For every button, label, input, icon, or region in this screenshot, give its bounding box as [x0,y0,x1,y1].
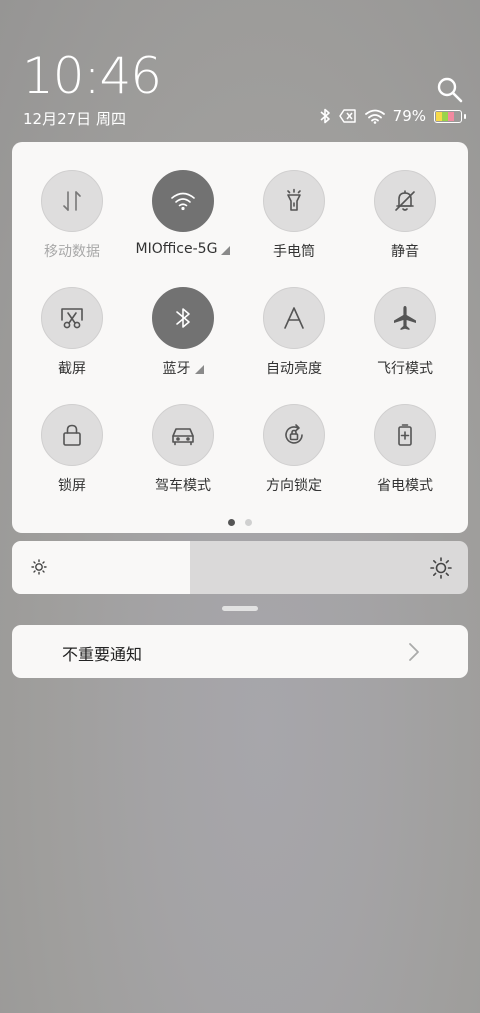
tile-bluetooth-label: 蓝牙 [163,358,204,378]
letter-a-icon [281,305,307,331]
tile-label-text: 截屏 [58,361,86,377]
chevron-right-icon [409,643,419,661]
tile-lock-screen[interactable]: 锁屏 [17,404,127,514]
tile-label-text: 自动亮度 [266,361,322,377]
airplane-icon [391,304,419,332]
search-icon [437,77,463,103]
tile-label-text: 蓝牙 [162,361,191,377]
battery-cap [464,113,466,119]
tile-battery-saver-button[interactable] [374,404,436,466]
date: 12月27日 周四 [23,110,126,128]
tile-mute-label: 静音 [391,241,419,261]
tile-bluetooth-button[interactable] [152,287,214,349]
tile-rotation-lock[interactable]: 方向锁定 [239,404,349,514]
tile-flashlight-label: 手电筒 [273,241,315,261]
tile-screenshot-button[interactable] [41,287,103,349]
tile-driving-mode[interactable]: 驾车模式 [128,404,238,514]
tile-label-text: MIOffice-5G [135,241,218,257]
battery-percent: 79% [392,107,426,125]
tile-battery-saver[interactable]: 省电模式 [350,404,460,514]
flashlight-icon [281,188,307,214]
unimportant-notifications-label: 不重要通知 [62,645,143,664]
wifi-icon [169,189,197,213]
submenu-indicator-icon[interactable] [221,246,231,255]
submenu-indicator-icon[interactable] [194,365,204,374]
tile-airplane[interactable]: 飞行模式 [350,287,460,397]
wifi-icon [364,109,385,124]
brightness-high-icon [430,557,452,579]
bluetooth-icon [320,108,330,124]
tile-label-text: 移动数据 [44,244,100,260]
quick-settings-panel: 移动数据 MIOffice-5G 手电筒 静音截屏 蓝牙 自动亮度 飞行模式锁屏 驾车模式 方向… [12,142,468,533]
car-icon [169,422,197,448]
tile-driving-mode-button[interactable] [152,404,214,466]
battery-plus-icon [392,422,418,448]
tile-mobile-data[interactable]: 移动数据 [17,170,127,280]
tile-wifi[interactable]: MIOffice-5G [128,170,238,280]
status-icons: 79% [319,107,466,125]
tile-label-text: 静音 [391,244,419,260]
tile-lock-screen-button[interactable] [41,404,103,466]
page-indicator [12,519,468,526]
clock: 10:46 [22,47,162,105]
tile-label-text: 锁屏 [58,478,86,494]
page-dot[interactable] [228,519,235,526]
no-sim-icon [338,109,356,123]
tile-label-text: 省电模式 [377,478,433,494]
search-button[interactable] [436,76,464,104]
tile-mute[interactable]: 静音 [350,170,460,280]
tile-label-text: 手电筒 [273,244,315,260]
bell-off-icon [392,188,418,214]
scissors-icon [59,305,85,331]
bluetooth-icon [173,305,193,331]
tile-screenshot-label: 截屏 [58,358,86,378]
tile-mobile-data-label: 移动数据 [44,241,100,261]
panel-drag-handle[interactable] [222,606,258,611]
tile-flashlight-button[interactable] [263,170,325,232]
tile-screenshot[interactable]: 截屏 [17,287,127,397]
brightness-slider[interactable] [12,541,468,594]
brightness-low-icon [31,559,47,575]
battery-icon [434,109,462,123]
tile-mute-button[interactable] [374,170,436,232]
rotation-lock-icon [281,422,307,448]
tile-label-text: 飞行模式 [377,361,433,377]
tile-flashlight[interactable]: 手电筒 [239,170,349,280]
page-dot[interactable] [245,519,252,526]
tile-rotation-lock-button[interactable] [263,404,325,466]
tile-battery-saver-label: 省电模式 [377,475,433,495]
tile-auto-brightness-button[interactable] [263,287,325,349]
tile-label-text: 方向锁定 [266,478,322,494]
tile-driving-mode-label: 驾车模式 [155,475,211,495]
tile-lock-screen-label: 锁屏 [58,475,86,495]
lock-icon [59,422,85,448]
tile-airplane-button[interactable] [374,287,436,349]
tile-label-text: 驾车模式 [155,478,211,494]
tile-wifi-button[interactable] [152,170,214,232]
tile-airplane-label: 飞行模式 [377,358,433,378]
tile-mobile-data-button[interactable] [41,170,103,232]
tile-rotation-lock-label: 方向锁定 [266,475,322,495]
data-arrows-icon [59,188,85,214]
unimportant-notifications-card[interactable]: 不重要通知 [12,625,468,678]
tile-bluetooth[interactable]: 蓝牙 [128,287,238,397]
tile-wifi-label: MIOffice-5G [136,241,231,257]
tile-auto-brightness-label: 自动亮度 [266,358,322,378]
tile-auto-brightness[interactable]: 自动亮度 [239,287,349,397]
